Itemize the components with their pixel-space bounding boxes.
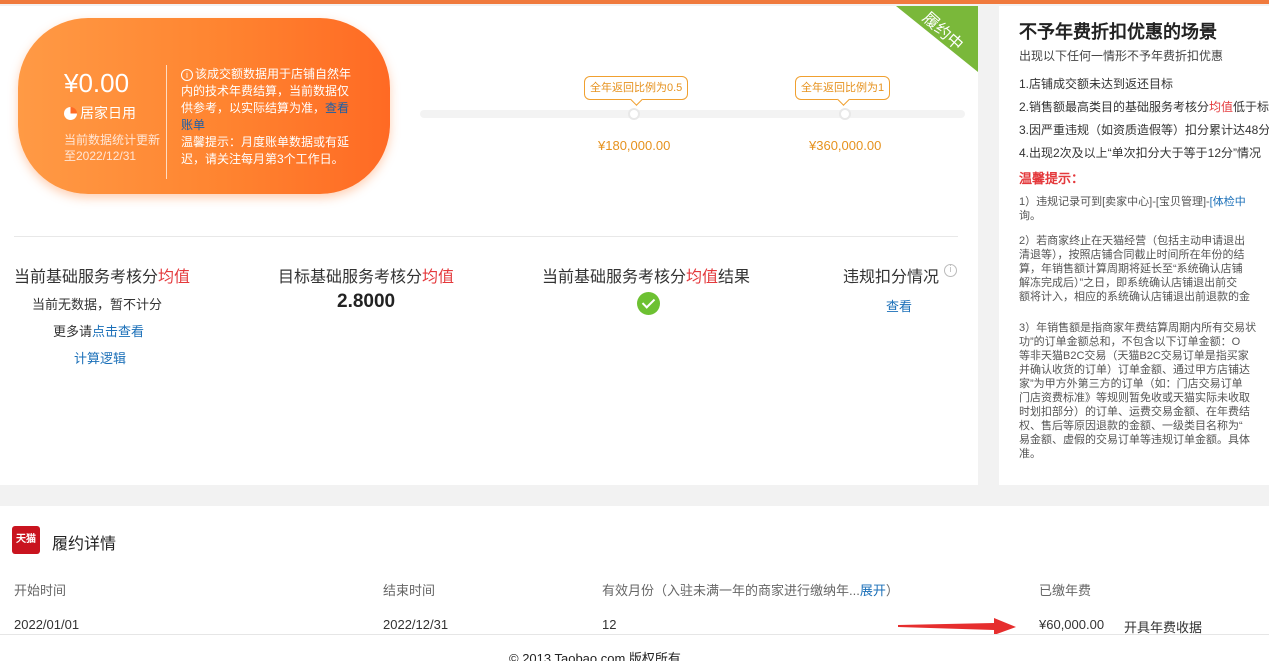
side-para-2-line: 清退等），按照店铺合同截止时间所在年份的结 <box>1019 249 1245 261</box>
col-paid-header: 已缴年费 <box>1039 583 1092 598</box>
side-para-3-line: 权、售后等原因退款的金额、一级类目名称为“ <box>1019 420 1243 432</box>
current-score-title: 当前基础服务考核分均值 <box>14 263 190 287</box>
tmall-logo: 天猫 <box>12 526 40 554</box>
target-score-title: 目标基础服务考核分均值 <box>278 263 454 287</box>
summary-amount: ¥0.00 <box>64 68 130 98</box>
side-para-2-line: 额将计入，相应的系统确认店铺退出前退款的金 <box>1019 291 1250 303</box>
current-score-more: 更多请点击查看 <box>53 321 144 340</box>
copyright: © 2013 Taobao.com 版权所有 <box>509 651 681 661</box>
side-title: 不予年费折扣优惠的场景 <box>1019 22 1217 42</box>
score-result-title-suffix: 结果 <box>718 269 751 286</box>
update-text: 当前数据统计更新至2022/12/31 <box>64 133 161 163</box>
side-para-3-line: 功”的订单金额总和，不包含以下订单金额：O <box>1019 336 1241 348</box>
health-check-link[interactable]: [体检中 <box>1210 196 1246 208</box>
progress-track <box>420 110 965 118</box>
summary-divider <box>166 65 167 179</box>
col-months-header-close: ） <box>885 583 899 598</box>
side-item-2: 2.销售额最高类目的基础服务考核分均值低于标 <box>1019 98 1269 115</box>
side-para-3-line: 准。 <box>1019 448 1041 460</box>
col-months-header-text: 有效月份（入驻未满一年的商家进行缴纳年... <box>602 583 860 598</box>
side-para-2-line: 算，年销售额计算周期将延长至“系统确认店铺 <box>1019 263 1243 275</box>
side-subtitle: 出现以下任何一情形不予年费折扣优惠 <box>1019 49 1224 63</box>
pie-chart-icon <box>64 106 77 120</box>
side-item-2-text: 2.销售额最高类目的基础服务考核分 <box>1019 100 1210 114</box>
side-para-3-line: 家”为甲方外第三方的订单（如：门店交易订单 <box>1019 378 1243 390</box>
violation-title: 违规扣分情况 <box>843 269 940 286</box>
side-para-1: 1）违规记录可到[卖家中心]-[宝贝管理]-[体检中 询。 <box>1019 195 1269 223</box>
milestone-1-label: 全年返回比例为0.5 <box>584 76 689 100</box>
side-para-3-line: 时划扣部分）的订单、运费交易金额、在年费结 <box>1019 406 1250 418</box>
side-para-3-line: 门店资费标准》等规则暂免收或天猫实际未收取 <box>1019 392 1250 404</box>
target-score-title-emph: 均值 <box>422 269 455 286</box>
current-score-more-text: 更多请 <box>53 324 93 339</box>
side-para-2-line: 2）若商家终止在天猫经营（包括主动申请退出 <box>1019 235 1246 247</box>
info-icon: i <box>181 69 193 81</box>
calc-logic-link[interactable]: 计算逻辑 <box>74 348 126 367</box>
top-accent-line <box>0 0 1269 4</box>
side-para-3-line: 并确认收货的订单）订单金额、通过甲方店铺达 <box>1019 364 1250 376</box>
side-para-3-line: 易金额、虚假的交易订单等违规订单金额。具体 <box>1019 434 1250 446</box>
col-months-header: 有效月份（入驻未满一年的商家进行缴纳年...展开） <box>602 580 899 599</box>
target-score-title-text: 目标基础服务考核分 <box>278 269 423 286</box>
side-item-1: 1.店铺成交额未达到返还目标 <box>1019 77 1174 91</box>
col-start-header: 开始时间 <box>14 583 67 598</box>
milestone-1-dot <box>628 108 640 120</box>
end-date: 2022/12/31 <box>383 617 449 632</box>
target-score-value: 2.8000 <box>337 291 396 312</box>
side-para-2: 2）若商家终止在天猫经营（包括主动申请退出 清退等），按照店铺合同截止时间所在年… <box>1019 234 1269 304</box>
start-date: 2022/01/01 <box>14 617 80 632</box>
red-arrow-annotation <box>898 618 1016 635</box>
milestone-2-label: 全年返回比例为1 <box>795 76 891 100</box>
score-result-title-text: 当前基础服务考核分 <box>542 269 687 286</box>
detail-card <box>0 506 1269 634</box>
click-view-link[interactable]: 点击查看 <box>92 324 144 339</box>
side-tip-title: 温馨提示： <box>1019 171 1085 186</box>
side-para-3-line: 等非天猫B2C交易（天猫B2C交易订单是指买家 <box>1019 350 1249 362</box>
milestone-2-value: ¥360,000.00 <box>809 138 882 153</box>
summary-note: i 该成交额数据用于店铺自然年内的技术年费结算，当前数据仅供参考，以实际结算为准，… <box>181 66 355 168</box>
side-item-2-emph: 均值 <box>1209 100 1234 114</box>
valid-months: 12 <box>602 617 617 632</box>
score-result-title-emph: 均值 <box>686 269 719 286</box>
side-para-1-line: 1）违规记录可到[卖家中心]-[宝贝管理]- <box>1019 196 1210 208</box>
violation-view-link[interactable]: 查看 <box>886 296 912 315</box>
side-item-2-suffix: 低于标 <box>1233 100 1269 114</box>
expand-link[interactable]: 展开 <box>860 583 886 598</box>
side-item-4: 4.出现2次及以上“单次扣分大于等于12分”情况 <box>1019 146 1262 160</box>
milestone-1-value: ¥180,000.00 <box>598 138 671 153</box>
info-icon[interactable]: i <box>944 264 957 277</box>
current-score-nodata: 当前无数据，暂不计分 <box>32 297 163 312</box>
check-icon <box>637 292 660 315</box>
col-end-header: 结束时间 <box>383 583 436 598</box>
shop-name-label: 居家日用 <box>80 105 136 121</box>
side-para-1-line: 询。 <box>1019 210 1041 222</box>
side-para-3: 3）年销售额是指商家年费结算周期内所有交易状 功”的订单金额总和，不包含以下订单… <box>1019 321 1269 461</box>
section-divider <box>14 236 958 237</box>
side-para-2-line: 解冻完成后）”之日，即系统确认店铺退出前交 <box>1019 277 1238 289</box>
current-score-title-text: 当前基础服务考核分 <box>14 269 159 286</box>
score-result-title: 当前基础服务考核分均值结果 <box>542 263 750 287</box>
side-para-3-line: 3）年销售额是指商家年费结算周期内所有交易状 <box>1019 322 1257 334</box>
milestone-2-dot <box>839 108 851 120</box>
side-item-3: 3.因严重违规（如资质造假等）扣分累计达48分 <box>1019 123 1269 137</box>
shop-name: 居家日用 <box>64 103 136 123</box>
current-score-title-emph: 均值 <box>158 269 191 286</box>
detail-title: 履约详情 <box>52 536 117 553</box>
note-tip: 温馨提示：月度账单数据或有延迟，请关注每月第3个工作日。 <box>181 135 350 166</box>
paid-fee: ¥60,000.00 <box>1039 617 1105 632</box>
